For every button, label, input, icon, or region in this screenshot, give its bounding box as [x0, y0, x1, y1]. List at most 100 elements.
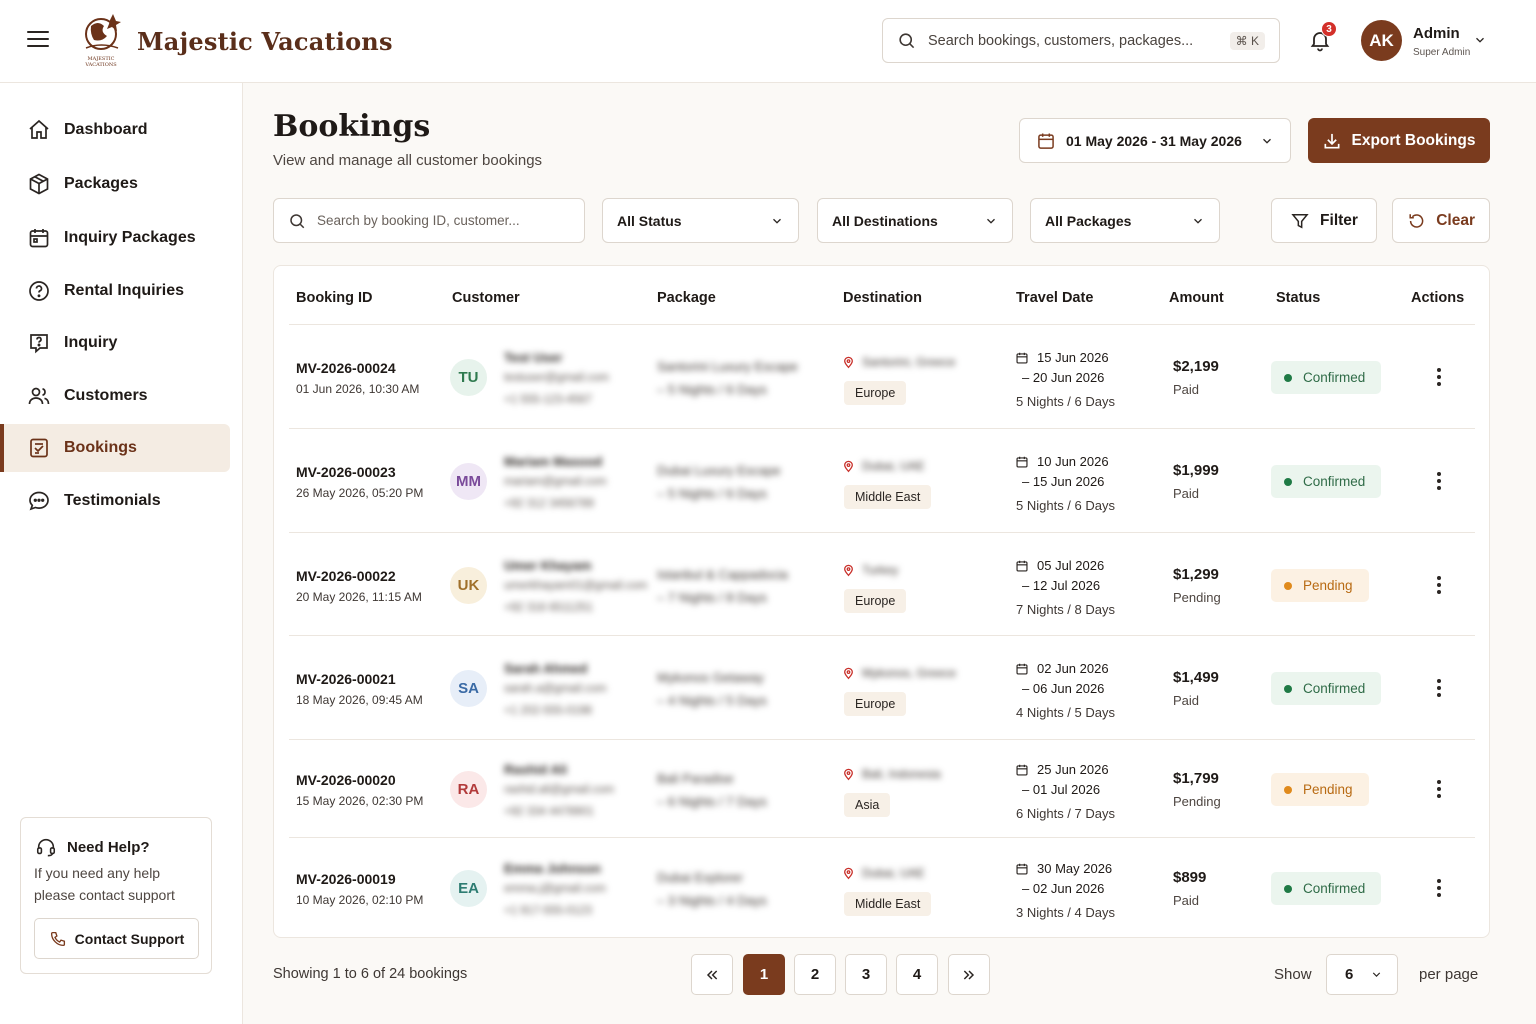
sidebar-item-bookings[interactable]: Bookings [0, 424, 230, 472]
show-label: Show [1274, 966, 1312, 983]
phone-icon [50, 931, 65, 946]
destination-select[interactable]: All Destinations [817, 198, 1013, 243]
status-badge: Pending [1271, 773, 1369, 806]
page-button[interactable]: 2 [794, 954, 836, 995]
table-row[interactable]: MV-2026-00020 15 May 2026, 02:30 PM RA Rash… [289, 739, 1475, 837]
table-row[interactable]: MV-2026-00019 10 May 2026, 02:10 PM EA Emma… [289, 837, 1475, 937]
page-title: Bookings [273, 109, 431, 144]
amount: $2,199 [1173, 358, 1219, 375]
row-actions-icon[interactable] [1429, 877, 1449, 899]
help-title-text: Need Help? [67, 838, 150, 856]
sidebar-item-dashboard[interactable]: Dashboard [0, 106, 230, 154]
column-header[interactable]: Customer [452, 290, 520, 306]
column-header[interactable]: Amount [1169, 290, 1224, 306]
question-square-icon [30, 334, 48, 354]
sidebar-item-customers[interactable]: Customers [0, 372, 230, 420]
row-actions-icon[interactable] [1429, 778, 1449, 800]
chevron-down-icon[interactable] [1473, 33, 1487, 47]
sidebar-item-inquiry[interactable]: Inquiry [0, 319, 230, 367]
status-dot [1284, 684, 1292, 693]
status-badge: Pending [1271, 569, 1369, 602]
table-row[interactable]: MV-2026-00022 20 May 2026, 11:15 AM UK Umer… [289, 532, 1475, 635]
booking-id[interactable]: MV-2026-00022 [296, 568, 396, 584]
customer-name: Mariam Masood [504, 454, 603, 469]
bookings-table: Booking ID Customer Package Destination … [273, 265, 1490, 938]
sidebar-item-rental-inquiries[interactable]: Rental Inquiries [0, 267, 230, 315]
package-duration: – 6 Nights / 7 Days [657, 794, 767, 809]
amount: $1,299 [1173, 566, 1219, 583]
package-icon [29, 173, 49, 195]
travel-start: 30 May 2026 [1037, 861, 1113, 876]
travel-end: – 20 Jun 2026 [1022, 370, 1105, 385]
avatar: RA [450, 771, 487, 808]
row-actions-icon[interactable] [1429, 677, 1449, 699]
booking-search[interactable]: Search by booking ID, customer... [273, 198, 585, 243]
avatar[interactable]: AK [1361, 20, 1402, 61]
clear-button[interactable]: Clear [1392, 198, 1490, 243]
contact-support-button[interactable]: Contact Support [34, 918, 199, 959]
column-header[interactable]: Booking ID [296, 290, 373, 306]
table-row[interactable]: MV-2026-00021 18 May 2026, 09:45 AM SA Sara… [289, 635, 1475, 739]
global-search[interactable]: Search bookings, customers, packages... … [882, 18, 1280, 63]
booking-id[interactable]: MV-2026-00020 [296, 772, 396, 788]
status-label: Pending [1303, 578, 1353, 593]
booking-search-input[interactable]: Search by booking ID, customer... [317, 213, 520, 228]
row-actions-icon[interactable] [1429, 366, 1449, 388]
sidebar-item-packages[interactable]: Packages [0, 160, 230, 208]
column-header[interactable]: Package [657, 290, 716, 306]
menu-icon[interactable] [27, 31, 49, 49]
booking-id[interactable]: MV-2026-00019 [296, 871, 396, 887]
package-select[interactable]: All Packages [1030, 198, 1220, 243]
location-pin-icon [842, 867, 855, 880]
user-name[interactable]: Admin [1413, 25, 1460, 42]
per-page-select[interactable]: 6 [1326, 954, 1398, 995]
reset-icon [1409, 213, 1424, 228]
status-badge: Confirmed [1271, 872, 1382, 905]
sidebar-item-label: Customers [64, 387, 148, 404]
sidebar: Dashboard Packages Inquiry Packages Rent… [0, 83, 243, 1024]
travel-end: – 01 Jul 2026 [1022, 782, 1101, 797]
page-button[interactable]: 4 [896, 954, 938, 995]
column-header[interactable]: Status [1276, 290, 1320, 306]
page-button[interactable]: 3 [845, 954, 887, 995]
table-row[interactable]: MV-2026-00023 26 May 2026, 05:20 PM MM Mari… [289, 428, 1475, 532]
question-circle-icon [29, 281, 49, 301]
filter-button[interactable]: Filter [1271, 198, 1377, 243]
status-select[interactable]: All Status [602, 198, 799, 243]
package-duration: – 5 Nights / 6 Days [657, 382, 767, 397]
page-button[interactable]: 1 [743, 954, 785, 995]
customer-name: Umer Khayam [504, 558, 592, 573]
region-badge: Asia [844, 793, 891, 817]
svg-text:VACATIONS: VACATIONS [84, 62, 117, 68]
destination-name: Dubai, UAE [862, 459, 925, 473]
booking-date: 18 May 2026, 09:45 AM [296, 693, 423, 707]
package-select-value: All Packages [1045, 212, 1132, 229]
booking-id[interactable]: MV-2026-00024 [296, 360, 396, 376]
sidebar-item-testimonials[interactable]: Testimonials [0, 477, 230, 525]
row-actions-icon[interactable] [1429, 470, 1449, 492]
clear-label: Clear [1436, 211, 1475, 229]
location-pin-icon [842, 356, 855, 369]
booking-id[interactable]: MV-2026-00021 [296, 671, 396, 687]
last-page-button[interactable] [948, 954, 990, 995]
travel-start: 10 Jun 2026 [1037, 454, 1109, 469]
destination-name: Mykonos, Greece [862, 666, 957, 680]
shortcut-hint: ⌘ K [1229, 31, 1265, 50]
sidebar-item-label: Dashboard [64, 121, 148, 138]
status-label: Confirmed [1303, 474, 1366, 489]
column-header[interactable]: Travel Date [1016, 290, 1093, 306]
brand-name[interactable]: Majestic Vacations [137, 27, 393, 56]
table-row[interactable]: MV-2026-00024 01 Jun 2026, 10:30 AM TU Test… [289, 324, 1475, 428]
sidebar-item-inquiry-packages[interactable]: Inquiry Packages [0, 214, 230, 262]
first-page-button[interactable] [691, 954, 733, 995]
location-pin-icon [842, 667, 855, 680]
payment-status: Paid [1173, 382, 1200, 397]
booking-id[interactable]: MV-2026-00023 [296, 464, 396, 480]
customer-phone: +1 202-555-0198 [504, 705, 592, 717]
global-search-input[interactable]: Search bookings, customers, packages... [928, 33, 1230, 49]
row-actions-icon[interactable] [1429, 574, 1449, 596]
date-range-picker[interactable]: 01 May 2026 - 31 May 2026 [1019, 118, 1291, 163]
column-header[interactable]: Destination [843, 290, 922, 306]
export-bookings-button[interactable]: Export Bookings [1308, 118, 1490, 163]
region-badge: Europe [844, 381, 907, 405]
